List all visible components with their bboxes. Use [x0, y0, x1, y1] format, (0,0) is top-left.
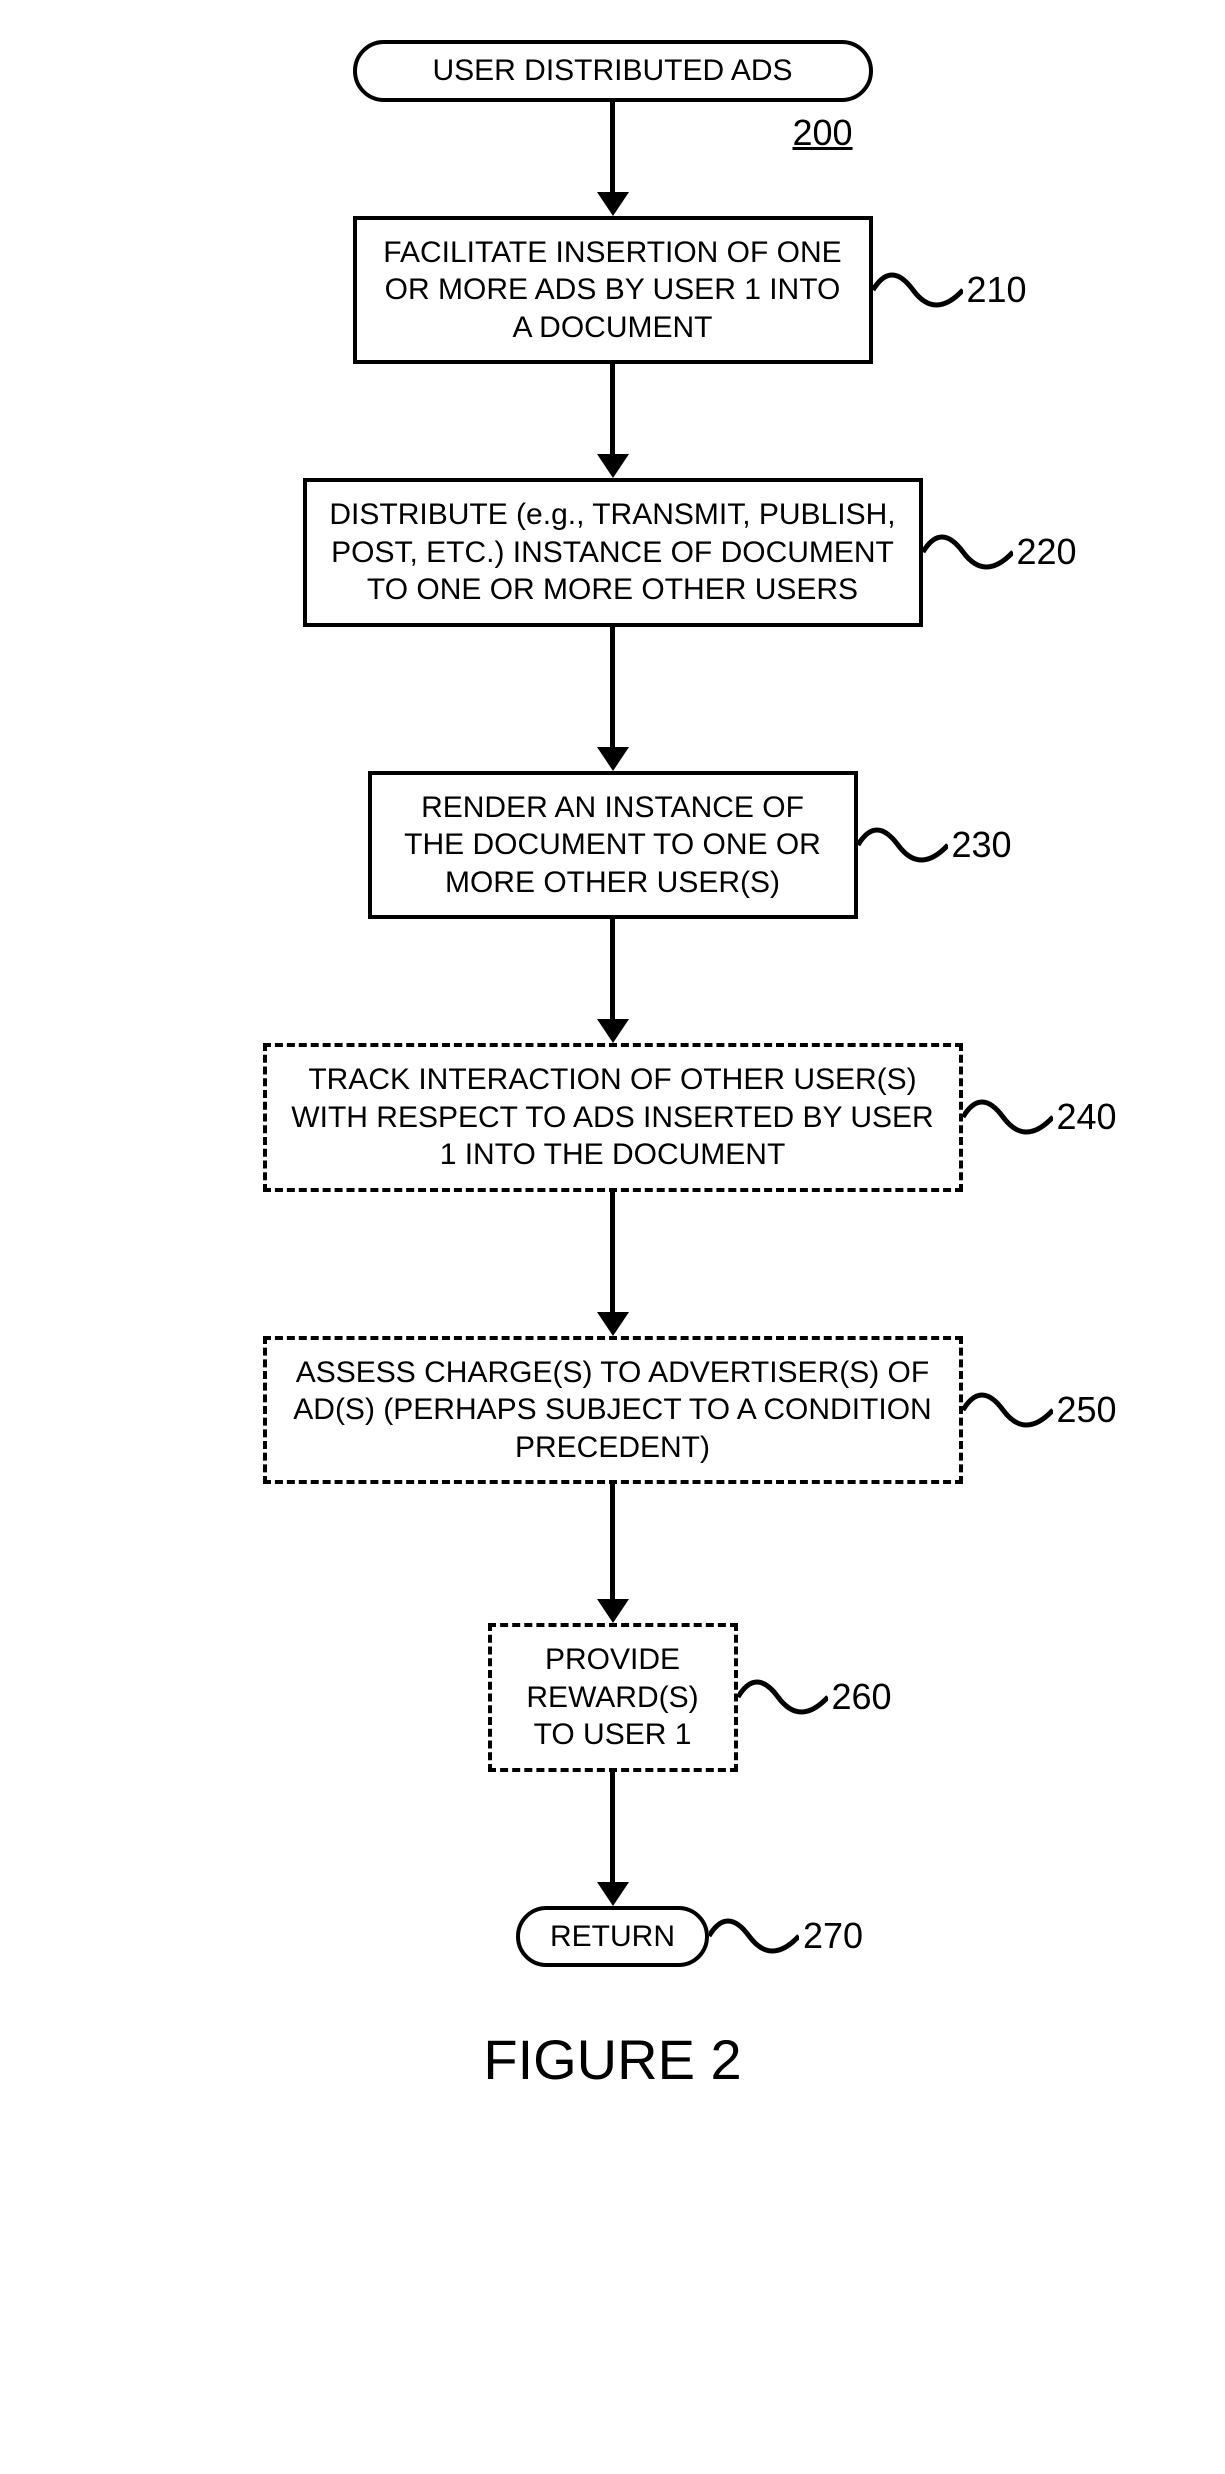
arrow-5: [597, 1192, 629, 1336]
ref-220-label: 220: [1017, 531, 1077, 573]
lead-line-icon: [923, 527, 1013, 577]
arrow-7: [597, 1772, 629, 1906]
node-220: DISTRIBUTE (e.g., TRANSMIT, PUBLISH, POS…: [303, 478, 923, 627]
node-250: ASSESS CHARGE(S) TO ADVERTISER(S) OF AD(…: [263, 1336, 963, 1485]
end-node: RETURN: [516, 1906, 709, 1968]
ref-210-label: 210: [967, 269, 1027, 311]
ref-220: 220: [923, 527, 1077, 577]
end-text: RETURN: [550, 1920, 675, 1953]
ref-210: 210: [873, 265, 1027, 315]
node-230: RENDER AN INSTANCE OF THE DOCUMENT TO ON…: [368, 771, 858, 920]
node-240-wrap: TRACK INTERACTION OF OTHER USER(S) WITH …: [263, 1043, 963, 1192]
lead-line-icon: [858, 820, 948, 870]
lead-line-icon: [963, 1385, 1053, 1435]
node-240: TRACK INTERACTION OF OTHER USER(S) WITH …: [263, 1043, 963, 1192]
arrow-2: [597, 364, 629, 478]
ref-230: 230: [858, 820, 1012, 870]
node-260: PROVIDE REWARD(S) TO USER 1: [488, 1623, 738, 1772]
arrow-6: [597, 1484, 629, 1623]
start-wrap: USER DISTRIBUTED ADS 200: [353, 40, 873, 102]
ref-240: 240: [963, 1092, 1117, 1142]
node-220-wrap: DISTRIBUTE (e.g., TRANSMIT, PUBLISH, POS…: [303, 478, 923, 627]
ref-230-label: 230: [952, 824, 1012, 866]
node-250-wrap: ASSESS CHARGE(S) TO ADVERTISER(S) OF AD(…: [263, 1336, 963, 1485]
node-230-wrap: RENDER AN INSTANCE OF THE DOCUMENT TO ON…: [368, 771, 858, 920]
lead-line-icon: [709, 1911, 799, 1961]
end-wrap: RETURN 270: [516, 1906, 709, 1968]
ref-240-label: 240: [1057, 1096, 1117, 1138]
arrow-3: [597, 627, 629, 771]
ref-260: 260: [738, 1672, 892, 1722]
lead-line-icon: [873, 265, 963, 315]
node-250-text: ASSESS CHARGE(S) TO ADVERTISER(S) OF AD(…: [293, 1356, 931, 1464]
ref-260-label: 260: [832, 1676, 892, 1718]
node-210-text: FACILITATE INSERTION OF ONE OR MORE ADS …: [383, 236, 841, 344]
title-ref: 200: [793, 112, 853, 154]
flowchart: USER DISTRIBUTED ADS 200 FACILITATE INSE…: [63, 40, 1163, 2092]
ref-270: 270: [709, 1911, 863, 1961]
node-230-text: RENDER AN INSTANCE OF THE DOCUMENT TO ON…: [404, 791, 821, 899]
arrow-1: [597, 102, 629, 216]
lead-line-icon: [963, 1092, 1053, 1142]
ref-250-label: 250: [1057, 1389, 1117, 1431]
ref-270-label: 270: [803, 1915, 863, 1957]
node-240-text: TRACK INTERACTION OF OTHER USER(S) WITH …: [291, 1063, 933, 1171]
start-text: USER DISTRIBUTED ADS: [432, 54, 792, 87]
arrow-4: [597, 919, 629, 1043]
node-260-text: PROVIDE REWARD(S) TO USER 1: [526, 1643, 698, 1751]
node-210-wrap: FACILITATE INSERTION OF ONE OR MORE ADS …: [353, 216, 873, 365]
node-220-text: DISTRIBUTE (e.g., TRANSMIT, PUBLISH, POS…: [329, 498, 895, 606]
node-210: FACILITATE INSERTION OF ONE OR MORE ADS …: [353, 216, 873, 365]
figure-label: FIGURE 2: [63, 2027, 1163, 2092]
start-node: USER DISTRIBUTED ADS: [353, 40, 873, 102]
ref-250: 250: [963, 1385, 1117, 1435]
flow-column: USER DISTRIBUTED ADS 200 FACILITATE INSE…: [63, 40, 1163, 1967]
lead-line-icon: [738, 1672, 828, 1722]
node-260-wrap: PROVIDE REWARD(S) TO USER 1 260: [488, 1623, 738, 1772]
